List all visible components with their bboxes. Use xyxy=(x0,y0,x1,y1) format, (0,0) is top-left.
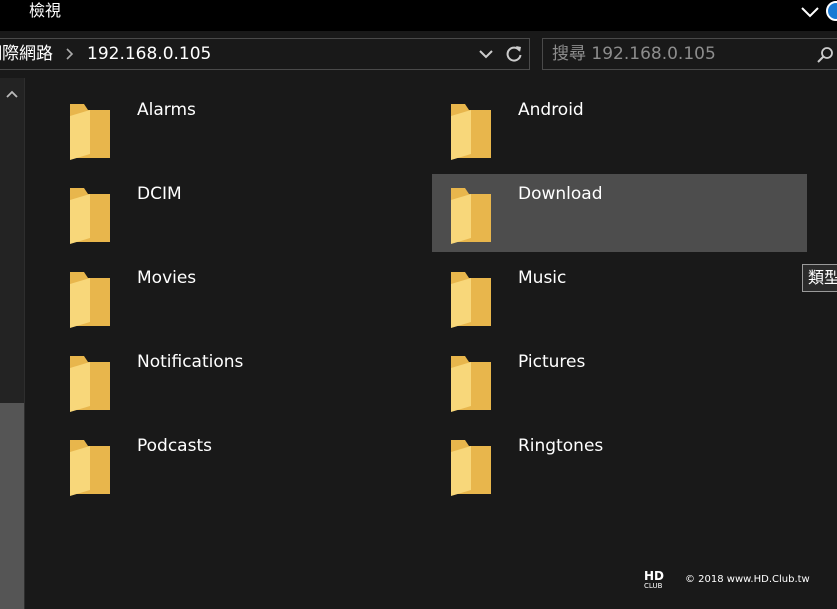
folder-name: Download xyxy=(518,184,603,204)
folder-icon xyxy=(451,188,491,244)
chevron-down-icon[interactable] xyxy=(799,3,821,21)
folder-name: Pictures xyxy=(518,352,586,372)
folder-icon xyxy=(451,356,491,412)
breadcrumb-current[interactable]: 192.168.0.105 xyxy=(87,39,211,69)
hd-club-logo: HD CLUB xyxy=(644,569,664,589)
address-field[interactable]: 網際網路 192.168.0.105 xyxy=(0,38,530,70)
svg-text:CLUB: CLUB xyxy=(644,582,663,589)
folder-icon xyxy=(70,356,110,412)
folder-item-android[interactable]: Android xyxy=(432,90,807,168)
search-icon[interactable] xyxy=(816,46,834,64)
navigation-pane[interactable] xyxy=(0,78,25,609)
folder-icon xyxy=(70,272,110,328)
breadcrumb-root[interactable]: 網際網路 xyxy=(0,39,53,69)
folder-name: Ringtones xyxy=(518,436,604,456)
address-bar: 網際網路 192.168.0.105 xyxy=(0,31,837,78)
folder-item-ringtones[interactable]: Ringtones xyxy=(432,426,807,504)
folder-icon xyxy=(451,104,491,160)
folder-name: Music xyxy=(518,268,567,288)
folder-item-pictures[interactable]: Pictures xyxy=(432,342,807,420)
address-history-dropdown-icon[interactable] xyxy=(477,46,495,62)
folder-item-notifications[interactable]: Notifications xyxy=(51,342,426,420)
svg-text:HD: HD xyxy=(644,569,664,583)
file-list: Alarms Android DCIM Download Movies Musi… xyxy=(25,78,837,609)
folder-name: Podcasts xyxy=(137,436,212,456)
scrollbar-thumb[interactable] xyxy=(0,403,24,609)
folder-item-alarms[interactable]: Alarms xyxy=(51,90,426,168)
refresh-icon[interactable] xyxy=(504,44,524,64)
scroll-up-icon[interactable] xyxy=(5,89,19,99)
folder-item-podcasts[interactable]: Podcasts xyxy=(51,426,426,504)
folder-item-dcim[interactable]: DCIM xyxy=(51,174,426,252)
folder-icon xyxy=(70,104,110,160)
folder-item-download[interactable]: Download xyxy=(432,174,807,252)
watermark: HD CLUB © 2018 www.HD.Club.tw xyxy=(643,569,810,589)
chevron-right-icon[interactable] xyxy=(65,48,75,60)
folder-icon xyxy=(70,440,110,496)
search-box[interactable] xyxy=(542,38,837,70)
help-button[interactable] xyxy=(826,1,837,21)
folder-name: Movies xyxy=(137,268,197,288)
ribbon-bar: 檢視 xyxy=(0,0,837,31)
folder-icon xyxy=(70,188,110,244)
folder-icon xyxy=(451,272,491,328)
folder-name: Notifications xyxy=(137,352,244,372)
folder-name: Alarms xyxy=(137,100,196,120)
folder-icon xyxy=(451,440,491,496)
watermark-text: © 2018 www.HD.Club.tw xyxy=(685,573,810,585)
folder-name: Android xyxy=(518,100,584,120)
tab-view[interactable]: 檢視 xyxy=(29,0,61,22)
search-input[interactable] xyxy=(552,39,802,69)
folder-item-movies[interactable]: Movies xyxy=(51,258,426,336)
folder-name: DCIM xyxy=(137,184,182,204)
folder-item-music[interactable]: Music xyxy=(432,258,807,336)
tooltip: 類型 xyxy=(802,264,837,292)
